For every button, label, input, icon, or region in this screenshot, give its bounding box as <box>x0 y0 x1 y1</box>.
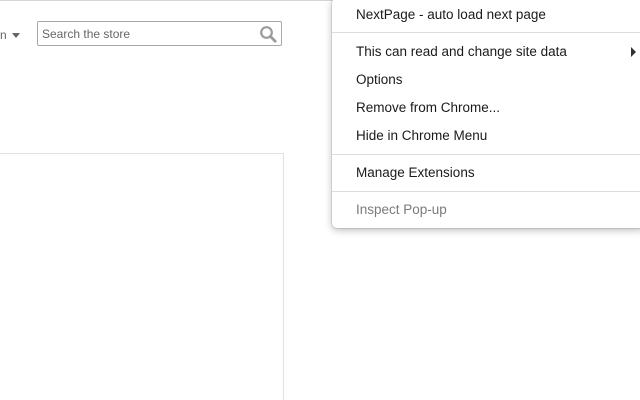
language-dropdown-label: n <box>0 28 7 42</box>
menu-item-hide-in-menu-label: Hide in Chrome Menu <box>356 128 488 143</box>
chrome-web-store-page: n NextPage - auto load next page This ca… <box>0 0 640 400</box>
menu-item-inspect-popup: Inspect Pop-up <box>332 198 640 222</box>
menu-item-manage-extensions[interactable]: Manage Extensions <box>332 161 640 185</box>
menu-separator <box>332 191 640 192</box>
extension-context-menu: NextPage - auto load next page This can … <box>332 0 640 228</box>
submenu-arrow-icon <box>631 47 636 57</box>
menu-separator <box>332 154 640 155</box>
language-dropdown[interactable]: n <box>0 26 20 44</box>
menu-item-remove-from-chrome[interactable]: Remove from Chrome... <box>332 96 640 120</box>
chevron-down-icon <box>11 32 20 38</box>
store-search-box[interactable] <box>37 21 282 46</box>
menu-item-manage-extensions-label: Manage Extensions <box>356 165 475 180</box>
menu-item-extension-name-label: NextPage - auto load next page <box>356 7 546 22</box>
search-icon[interactable] <box>259 25 277 43</box>
search-input[interactable] <box>42 25 252 43</box>
menu-item-remove-from-chrome-label: Remove from Chrome... <box>356 100 501 115</box>
menu-item-options[interactable]: Options <box>332 68 640 92</box>
menu-item-site-access-label: This can read and change site data <box>356 44 567 59</box>
content-panel <box>0 153 284 400</box>
menu-item-hide-in-menu[interactable]: Hide in Chrome Menu <box>332 124 640 148</box>
menu-item-options-label: Options <box>356 72 403 87</box>
menu-separator <box>332 32 640 33</box>
menu-item-site-access[interactable]: This can read and change site data <box>332 40 640 64</box>
menu-item-extension-name[interactable]: NextPage - auto load next page <box>332 3 640 27</box>
menu-item-inspect-popup-label: Inspect Pop-up <box>356 202 447 217</box>
